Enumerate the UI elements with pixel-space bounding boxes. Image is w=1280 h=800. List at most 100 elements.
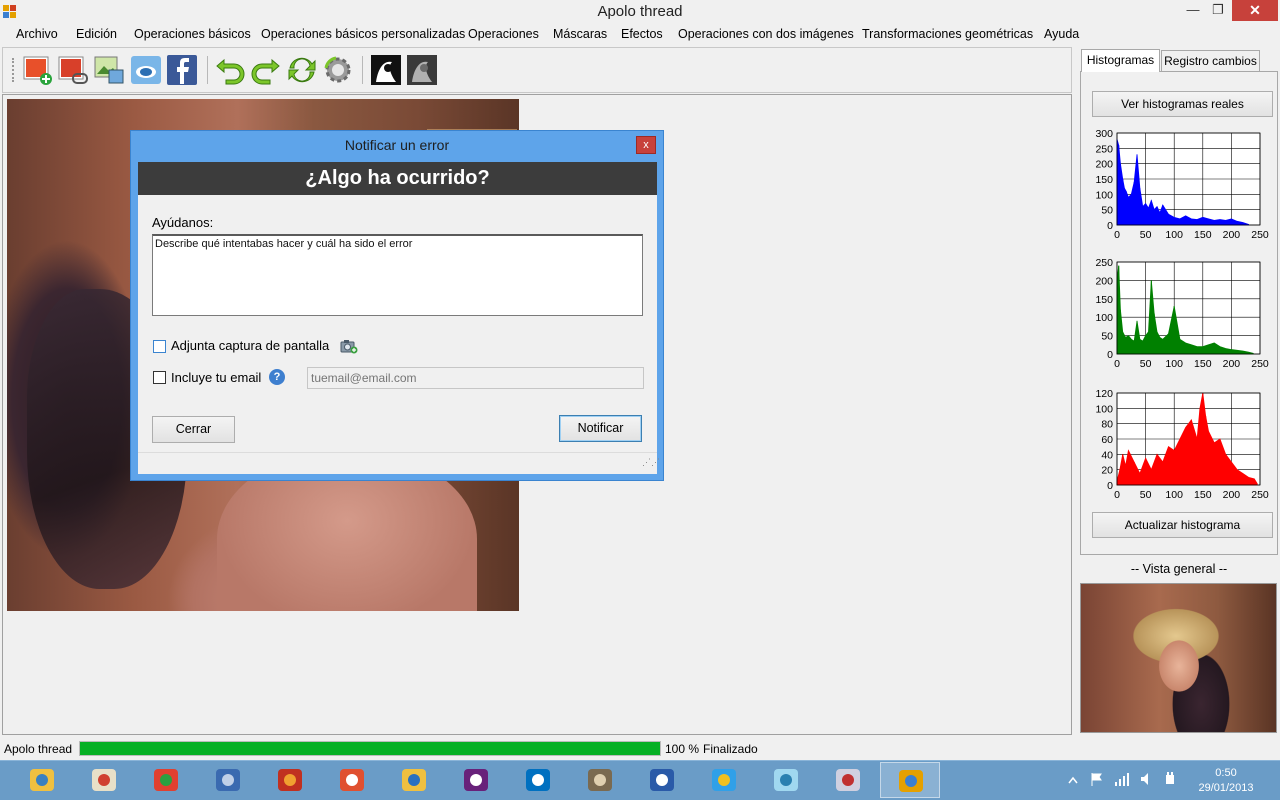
thunderbird-icon: [216, 769, 240, 791]
network-signal-icon[interactable]: [1114, 772, 1130, 786]
y-tick-label: 300: [1095, 128, 1113, 140]
tray-expand-icon[interactable]: [1068, 776, 1078, 784]
open-image-icon[interactable]: [57, 54, 89, 86]
real-histograms-button[interactable]: Ver histogramas reales: [1092, 91, 1273, 117]
toolbar-grip[interactable]: [12, 58, 16, 82]
status-state: Finalizado: [703, 742, 758, 756]
screenshot-label[interactable]: Adjunta captura de pantalla: [171, 338, 329, 353]
taskbar-app-button[interactable]: [694, 762, 754, 798]
update-histogram-button[interactable]: Actualizar histograma: [1092, 512, 1273, 538]
taskbar-app-button[interactable]: [260, 762, 320, 798]
menu-ayuda[interactable]: Ayuda: [1044, 27, 1079, 41]
menu-edicion[interactable]: Edición: [76, 27, 117, 41]
settings-gear-icon[interactable]: [322, 54, 354, 86]
menu-transformaciones[interactable]: Transformaciones geométricas: [862, 27, 1033, 41]
x-tick-label: 250: [1251, 489, 1269, 501]
overview-label: -- Vista general --: [1130, 562, 1228, 576]
redo-icon[interactable]: [250, 54, 282, 86]
menu-operaciones[interactable]: Operaciones: [468, 27, 539, 41]
overview-thumbnail[interactable]: [1080, 583, 1277, 733]
new-image-icon[interactable]: [22, 54, 54, 86]
taskbar-app-button[interactable]: [12, 762, 72, 798]
menu-archivo[interactable]: Archivo: [16, 27, 58, 41]
menu-mascaras[interactable]: Máscaras: [553, 27, 607, 41]
y-tick-label: 50: [1101, 331, 1113, 343]
histogram-red-channel: 0 50 100 150 200 250020406080100120: [1095, 388, 1269, 501]
dialog-close-button[interactable]: x: [636, 136, 656, 154]
description-textarea[interactable]: Describe qué intentabas hacer y cuál ha …: [152, 234, 643, 316]
refresh-icon[interactable]: [286, 54, 318, 86]
y-tick-label: 250: [1095, 143, 1113, 155]
y-tick-label: 100: [1095, 312, 1113, 324]
taskbar-app-button[interactable]: [198, 762, 258, 798]
y-tick-label: 80: [1101, 419, 1113, 431]
cerrar-button[interactable]: Cerrar: [152, 416, 235, 443]
status-app-label: Apolo thread: [4, 742, 73, 756]
x-tick-label: 50: [1140, 358, 1152, 370]
taskbar-app-button[interactable]: [322, 762, 382, 798]
taskbar-app-button[interactable]: [384, 762, 444, 798]
flickr-icon[interactable]: [130, 54, 162, 86]
power-plug-icon[interactable]: [1162, 771, 1178, 787]
email-label[interactable]: Incluye tu email: [171, 370, 261, 385]
chrome-icon: [154, 769, 178, 791]
screenshot-checkbox[interactable]: [153, 340, 166, 353]
x-tick-label: 100: [1165, 489, 1183, 501]
dialog-title: Notificar un error: [344, 137, 450, 153]
taskbar-app-button[interactable]: [74, 762, 134, 798]
x-tick-label: 250: [1251, 229, 1269, 241]
dialog-header: ¿Algo ha ocurrido?: [138, 162, 657, 195]
volume-icon[interactable]: [1140, 772, 1154, 786]
y-tick-label: 200: [1095, 275, 1113, 287]
x-tick-label: 150: [1194, 229, 1212, 241]
tab-registro-cambios[interactable]: Registro cambios: [1161, 50, 1260, 72]
email-input[interactable]: [307, 367, 644, 389]
taskbar-app-button[interactable]: [508, 762, 568, 798]
minimize-button[interactable]: —: [1181, 0, 1205, 21]
camera-icon: [340, 340, 358, 354]
undo-icon[interactable]: [214, 54, 246, 86]
explorer-icon: [30, 769, 54, 791]
add-image-icon[interactable]: [93, 54, 125, 86]
menu-operaciones-basicos[interactable]: Operaciones básicos: [134, 27, 251, 41]
paint-icon: [92, 769, 116, 791]
y-tick-label: 150: [1095, 294, 1113, 306]
clock-date: 29/01/2013: [1198, 782, 1254, 794]
menu-operaciones-personalizadas[interactable]: Operaciones básicos personalizadas: [261, 27, 465, 41]
help-question-icon[interactable]: ?: [269, 369, 285, 385]
menu-efectos[interactable]: Efectos: [621, 27, 663, 41]
taskbar-app-button[interactable]: [446, 762, 506, 798]
taskbar-app-button[interactable]: [570, 762, 630, 798]
taskbar-app-button[interactable]: [818, 762, 878, 798]
facebook-icon[interactable]: [166, 54, 198, 86]
toolbar: [2, 47, 1072, 93]
maximize-button[interactable]: ❐: [1206, 0, 1230, 21]
window-title: Apolo thread: [597, 3, 683, 20]
menu-bar: Archivo Edición Operaciones básicos Oper…: [0, 24, 1280, 45]
menu-dos-imagenes[interactable]: Operaciones con dos imágenes: [678, 27, 854, 41]
taskbar-app-button[interactable]: [756, 762, 816, 798]
x-tick-label: 100: [1165, 229, 1183, 241]
y-tick-label: 150: [1095, 174, 1113, 186]
x-tick-label: 200: [1223, 229, 1241, 241]
progress-percent: 100 %: [665, 742, 700, 756]
notificar-button[interactable]: Notificar: [559, 415, 642, 442]
gimp-icon: [588, 769, 612, 791]
tab-histogramas[interactable]: Histogramas: [1081, 49, 1160, 72]
taskbar-app-button[interactable]: [880, 762, 940, 798]
email-checkbox[interactable]: [153, 371, 166, 384]
vs-code-icon: [526, 769, 550, 791]
progress-bar: [79, 741, 661, 756]
taskbar-app-button[interactable]: [136, 762, 196, 798]
grayscale-image-icon[interactable]: [406, 54, 438, 86]
error-report-dialog: Notificar un error x ¿Algo ha ocurrido? …: [130, 130, 664, 481]
taskbar-app-button[interactable]: [632, 762, 692, 798]
resize-grip-icon[interactable]: ⋰⋰: [642, 458, 660, 471]
y-tick-label: 40: [1101, 449, 1113, 461]
taskbar-clock[interactable]: 0:50 29/01/2013: [1196, 766, 1256, 796]
x-tick-label: 0: [1114, 358, 1120, 370]
close-window-button[interactable]: ✕: [1232, 0, 1278, 21]
action-center-flag-icon[interactable]: [1090, 772, 1104, 786]
bw-image-icon[interactable]: [370, 54, 402, 86]
x-tick-label: 0: [1114, 489, 1120, 501]
